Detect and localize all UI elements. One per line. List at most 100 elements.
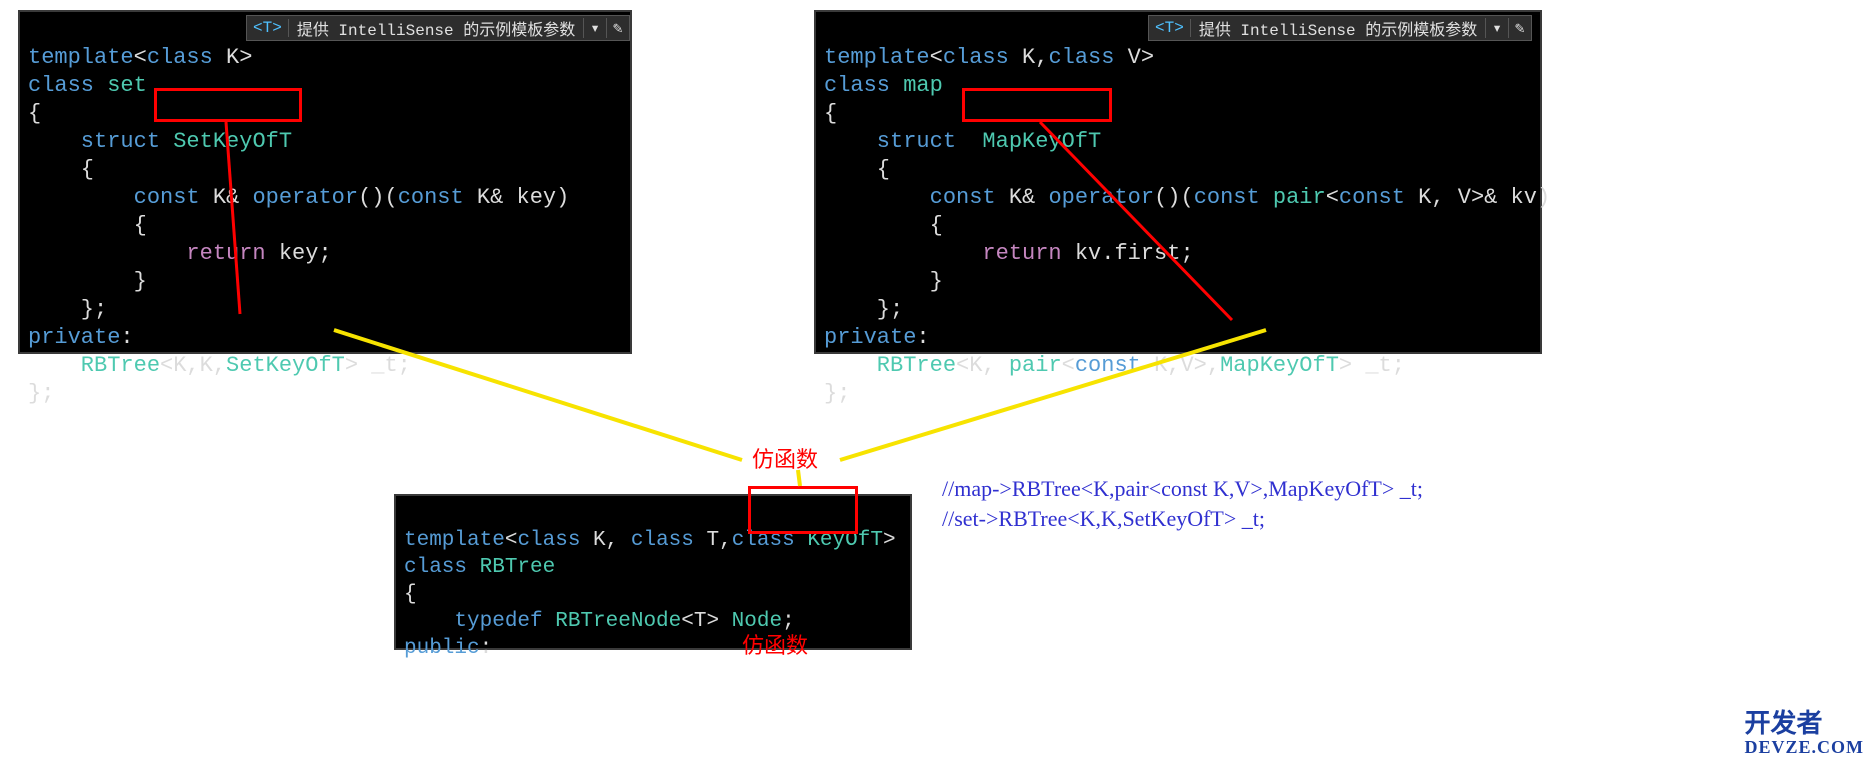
comment-map: //map->RBTree<K,pair<const K,V>,MapKeyOf… bbox=[942, 476, 1423, 501]
intellisense-hint[interactable]: <T> 提供 IntelliSense 的示例模板参数 ▾ ✎ bbox=[1148, 15, 1532, 41]
kw: public bbox=[404, 637, 480, 660]
type: SetKeyOfT bbox=[226, 353, 345, 378]
type: set bbox=[94, 73, 147, 98]
t: K, V>& kv) bbox=[1405, 185, 1550, 210]
t: < bbox=[505, 529, 518, 552]
type: RBTree bbox=[28, 353, 160, 378]
type: SetKeyOfT bbox=[160, 129, 292, 154]
kw: class bbox=[824, 73, 890, 98]
kw: const bbox=[1194, 185, 1260, 210]
t: kv.first; bbox=[1062, 241, 1194, 266]
t: T, bbox=[694, 529, 732, 552]
t: <T> bbox=[681, 610, 731, 633]
t: }; bbox=[28, 381, 54, 406]
t: K& bbox=[200, 185, 253, 210]
chevron-down-icon[interactable]: ▾ bbox=[583, 18, 606, 38]
kw: class bbox=[1048, 45, 1114, 70]
kw: template bbox=[824, 45, 930, 70]
t: { bbox=[824, 101, 837, 126]
t: <K, bbox=[956, 353, 1009, 378]
intellisense-hint[interactable]: <T> 提供 IntelliSense 的示例模板参数 ▾ ✎ bbox=[246, 15, 630, 41]
t: < bbox=[1062, 353, 1075, 378]
type: map bbox=[890, 73, 943, 98]
t: pair bbox=[1260, 185, 1326, 210]
t: { bbox=[824, 213, 943, 238]
watermark-bottom: DEVZE.COM bbox=[1744, 738, 1864, 758]
kw: typedef bbox=[404, 610, 543, 633]
t: K,V>, bbox=[1141, 353, 1220, 378]
t: > _t; bbox=[345, 353, 411, 378]
t: : bbox=[916, 325, 929, 350]
t: > bbox=[883, 529, 896, 552]
t: }; bbox=[824, 381, 850, 406]
type: RBTree bbox=[467, 556, 555, 579]
t: < bbox=[930, 45, 943, 70]
kw: template bbox=[28, 45, 134, 70]
t: < bbox=[134, 45, 147, 70]
pencil-icon[interactable]: ✎ bbox=[606, 18, 629, 38]
t: K> bbox=[213, 45, 253, 70]
kw: const bbox=[28, 185, 200, 210]
t: }; bbox=[28, 297, 107, 322]
kw: private bbox=[824, 325, 916, 350]
pencil-icon[interactable]: ✎ bbox=[1508, 18, 1531, 38]
t: { bbox=[824, 157, 890, 182]
t: } bbox=[28, 269, 147, 294]
t: K, bbox=[580, 529, 630, 552]
type: MapKeyOfT bbox=[1220, 353, 1339, 378]
kw: const bbox=[1075, 353, 1141, 378]
type: RBTreeNode bbox=[543, 610, 682, 633]
kw: class bbox=[943, 45, 1009, 70]
type: MapKeyOfT bbox=[956, 129, 1101, 154]
intellisense-label: 提供 IntelliSense 的示例模板参数 bbox=[1191, 16, 1485, 40]
kw: operator bbox=[1048, 185, 1154, 210]
template-tag-icon: <T> bbox=[1149, 19, 1191, 37]
kw: return bbox=[28, 241, 266, 266]
highlight-keyoft bbox=[748, 486, 858, 534]
t: ()( bbox=[1154, 185, 1194, 210]
kw: class bbox=[147, 45, 213, 70]
type: pair bbox=[1009, 353, 1062, 378]
t: ()( bbox=[358, 185, 398, 210]
kw: operator bbox=[252, 185, 358, 210]
comment-set: //set->RBTree<K,K,SetKeyOfT> _t; bbox=[942, 506, 1265, 531]
t: : bbox=[480, 637, 493, 660]
watermark: 开发者 DEVZE.COM bbox=[1744, 710, 1864, 758]
kw: const bbox=[1339, 185, 1405, 210]
t: V> bbox=[1114, 45, 1154, 70]
t: : bbox=[120, 325, 133, 350]
t: key; bbox=[266, 241, 332, 266]
t: K& key) bbox=[464, 185, 570, 210]
annotation-functor-bottom: 仿函数 bbox=[742, 628, 808, 660]
t: { bbox=[404, 583, 417, 606]
kw: template bbox=[404, 529, 505, 552]
pseudo-comments: //map->RBTree<K,pair<const K,V>,MapKeyOf… bbox=[942, 444, 1423, 534]
t: { bbox=[28, 157, 94, 182]
kw: class bbox=[404, 556, 467, 579]
intellisense-label: 提供 IntelliSense 的示例模板参数 bbox=[289, 16, 583, 40]
chevron-down-icon[interactable]: ▾ bbox=[1485, 18, 1508, 38]
t: K, bbox=[1009, 45, 1049, 70]
t: > _t; bbox=[1339, 353, 1405, 378]
t: < bbox=[1326, 185, 1339, 210]
t: }; bbox=[824, 297, 903, 322]
t: K& bbox=[996, 185, 1049, 210]
kw: class bbox=[28, 73, 94, 98]
highlight-setkeyoft bbox=[154, 88, 302, 122]
kw: struct bbox=[28, 129, 160, 154]
kw: private bbox=[28, 325, 120, 350]
type: RBTree bbox=[824, 353, 956, 378]
code-pane-set: template<class K> class set { struct Set… bbox=[18, 10, 632, 354]
highlight-mapkeyoft bbox=[962, 88, 1112, 122]
t: { bbox=[28, 213, 147, 238]
watermark-top: 开发者 bbox=[1744, 709, 1822, 738]
t: } bbox=[824, 269, 943, 294]
template-tag-icon: <T> bbox=[247, 19, 289, 37]
kw: class bbox=[517, 529, 580, 552]
kw: const bbox=[824, 185, 996, 210]
t: { bbox=[28, 101, 41, 126]
kw: return bbox=[824, 241, 1062, 266]
kw: const bbox=[398, 185, 464, 210]
kw: struct bbox=[824, 129, 956, 154]
annotation-functor-top: 仿函数 bbox=[752, 442, 818, 474]
